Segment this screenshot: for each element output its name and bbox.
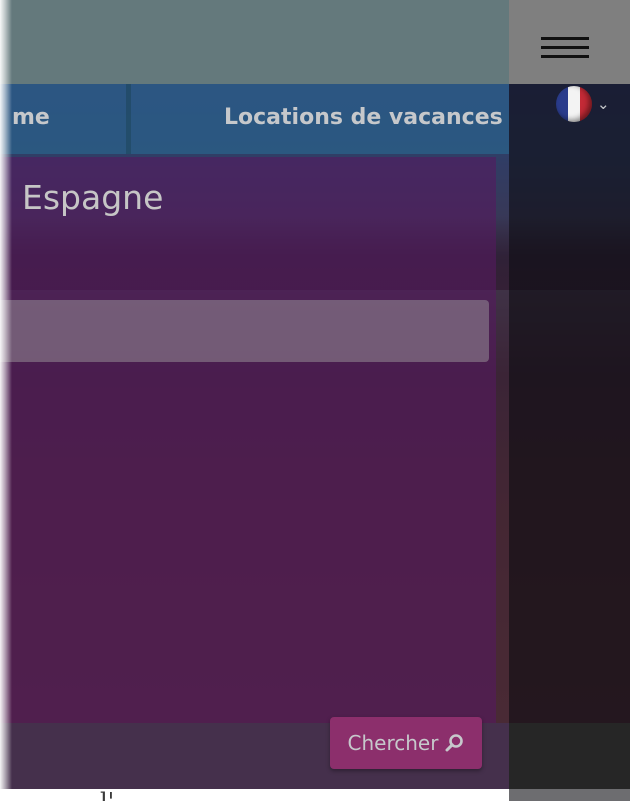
menu-button[interactable] xyxy=(509,0,630,84)
nav-item-partial[interactable]: me xyxy=(12,105,50,130)
bottom-bar-right xyxy=(509,723,630,789)
search-button[interactable]: Chercher xyxy=(330,717,482,769)
partial-heading: l' xyxy=(100,790,114,801)
search-icon xyxy=(445,734,464,752)
menu-icon-line xyxy=(541,46,589,49)
nav-item-holiday-rentals[interactable]: Locations de vacances xyxy=(224,105,503,130)
page-edge-shadow xyxy=(0,0,12,801)
side-overlay xyxy=(509,84,630,801)
chevron-down-icon[interactable]: ⌄ xyxy=(597,97,610,112)
menu-icon-line xyxy=(541,37,589,40)
search-button-label: Chercher xyxy=(347,731,439,755)
page: me Locations de vacances ⌄ Espagne Cherc… xyxy=(0,0,630,801)
french-flag-icon[interactable] xyxy=(556,86,592,122)
menu-icon-line xyxy=(541,55,589,58)
search-panel-title: Espagne xyxy=(22,178,164,217)
search-input[interactable] xyxy=(0,300,489,362)
search-panel xyxy=(0,157,496,723)
nav-divider xyxy=(126,84,131,154)
